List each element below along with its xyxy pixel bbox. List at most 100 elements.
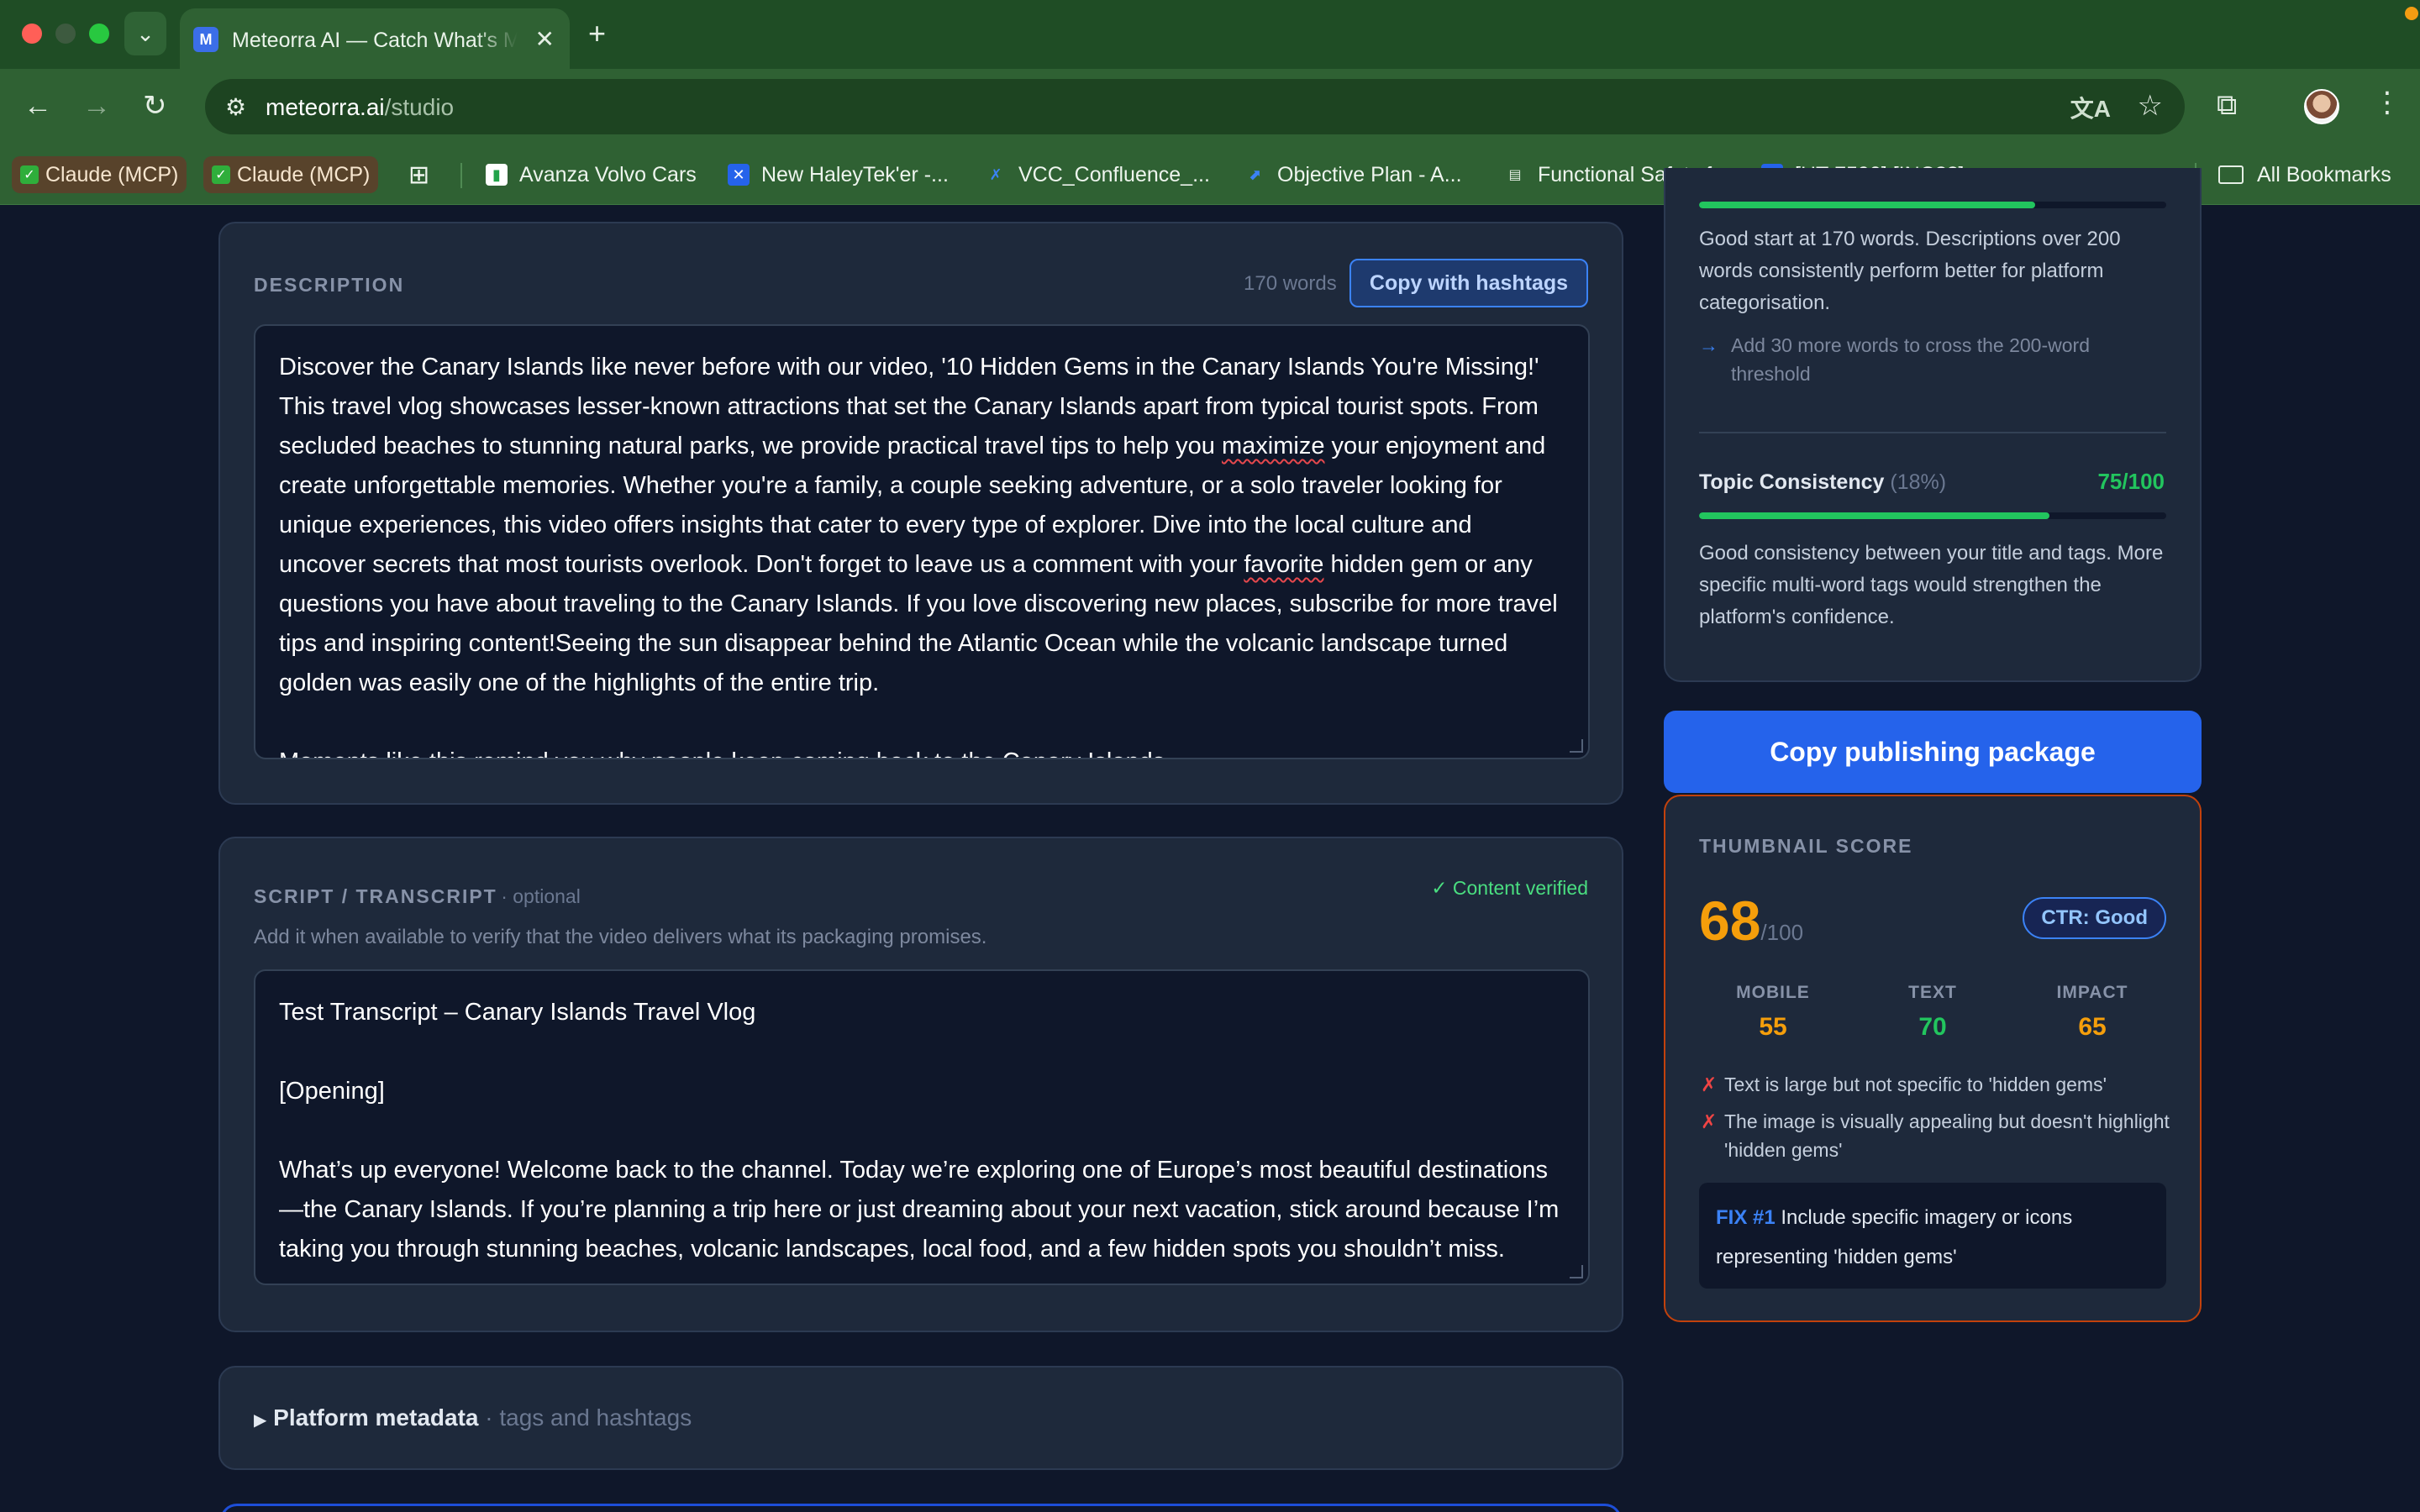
confluence-icon: ✗	[989, 165, 1002, 183]
description-card: DESCRIPTION 170 words Copy with hashtags…	[218, 222, 1623, 805]
fix-suggestion: FIX #1 Include specific imagery or icons…	[1699, 1183, 2166, 1289]
bookmark-item[interactable]: ✓ Claude (MCP)	[12, 156, 187, 193]
metric-impact-value: 65	[2078, 1013, 2107, 1041]
topic-progress-bar	[1699, 512, 2166, 519]
back-arrow-icon[interactable]: ←	[24, 87, 52, 124]
platform-metadata-summary[interactable]: ▶ Platform metadata · tags and hashtags	[254, 1404, 692, 1431]
all-bookmarks-button[interactable]: All Bookmarks	[2218, 156, 2391, 193]
bookmark-item[interactable]: ▮ Avanza Volvo Cars	[486, 156, 697, 193]
metric-mobile-value: 55	[1759, 1013, 1787, 1041]
arrow-right-icon: →	[1699, 334, 1718, 356]
cross-icon: ✗	[1701, 1110, 1718, 1132]
check-icon: ✓	[20, 165, 39, 184]
topic-weight: (18%)	[1890, 470, 1947, 494]
tab-title: Meteorra AI — Catch What's Missing	[232, 29, 518, 52]
bookmark-label: Avanza Volvo Cars	[519, 162, 697, 186]
translate-icon[interactable]: 文A	[2070, 91, 2111, 124]
chart-icon: ▮	[486, 164, 508, 186]
bookmark-label: New HaleyTek'er -...	[761, 162, 949, 186]
jira-icon: ⬈	[1248, 165, 1261, 183]
profile-avatar[interactable]	[2304, 89, 2339, 124]
topic-progress-fill	[1699, 512, 2049, 519]
score-max: /100	[1760, 920, 1804, 945]
bookmark-item[interactable]: ✗ VCC_Confluence_...	[985, 156, 1209, 193]
browser-tab-bar: ⌄ M Meteorra AI — Catch What's Missing ✕…	[0, 0, 2420, 69]
length-tip: → Add 30 more words to cross the 200-wor…	[1699, 331, 2166, 388]
topic-label: Topic Consistency	[1699, 470, 1885, 494]
check-icon: ✓	[212, 165, 230, 184]
length-tip-text: Add 30 more words to cross the 200-word …	[1731, 334, 2090, 385]
bookmark-label: Objective Plan - A...	[1277, 162, 1462, 186]
length-progress-fill	[1699, 202, 2036, 208]
browser-toolbar: ← → ↻ ⚙ meteorra.ai/studio 文A ☆ ⧉ ⋮	[0, 69, 2420, 144]
score-panel: Good start at 170 words. Descriptions ov…	[1664, 168, 2202, 682]
metric-text-label: TEXT	[1908, 983, 1957, 1002]
site-info-icon[interactable]: ⚙	[225, 93, 246, 121]
misspelled-word: maximize	[1221, 433, 1325, 459]
address-bar[interactable]: ⚙ meteorra.ai/studio 文A ☆	[205, 79, 2185, 134]
metric-text-value: 70	[1918, 1013, 1947, 1041]
active-tab[interactable]: M Meteorra AI — Catch What's Missing ✕	[180, 8, 570, 69]
score-number: 68	[1699, 890, 1761, 952]
script-line: What’s up everyone! Welcome back to the …	[279, 1157, 1560, 1263]
divider	[1699, 432, 2166, 433]
apps-grid-icon[interactable]: ⊞	[408, 156, 429, 193]
bookmark-label: Claude (MCP)	[237, 162, 371, 186]
description-label: DESCRIPTION	[254, 274, 405, 296]
platform-metadata-disclosure[interactable]: ▶ Platform metadata · tags and hashtags	[218, 1366, 1623, 1470]
bookmark-separator	[460, 163, 462, 188]
length-progress-bar	[1699, 202, 2166, 208]
optional-label: · optional	[501, 885, 581, 907]
misspelled-word: favorite	[1244, 551, 1324, 578]
thumbnail-score-card: THUMBNAIL SCORE 68/100 CTR: Good MOBILE …	[1664, 795, 2202, 1322]
thumbnail-issue: ✗ The image is visually appealing but do…	[1701, 1107, 2171, 1164]
confluence-icon: ✕	[728, 164, 750, 186]
metadata-subtitle: · tags and hashtags	[485, 1404, 692, 1431]
triangle-right-icon: ▶	[254, 1411, 267, 1430]
extensions-puzzle-icon[interactable]: ⧉	[2217, 89, 2237, 122]
topic-score: 75/100	[2097, 469, 2165, 494]
resize-handle-icon[interactable]	[1570, 739, 1583, 753]
reload-icon[interactable]: ↻	[143, 87, 167, 124]
description-textarea[interactable]: Discover the Canary Islands like never b…	[254, 324, 1590, 759]
bookmark-item[interactable]: ⬈ Objective Plan - A...	[1244, 156, 1462, 193]
thumbnail-score-value: 68/100	[1699, 889, 1803, 953]
length-feedback: Good start at 170 words. Descriptions ov…	[1699, 228, 2121, 314]
window-maximize-button[interactable]	[89, 24, 109, 44]
url-text[interactable]: meteorra.ai/studio	[266, 94, 454, 121]
tab-close-icon[interactable]: ✕	[535, 25, 555, 53]
window-close-button[interactable]	[22, 24, 42, 44]
browser-menu-icon[interactable]: ⋮	[2373, 86, 2402, 119]
script-helper-text: Add it when available to verify that the…	[254, 926, 987, 948]
fix-label: FIX #1	[1716, 1206, 1776, 1229]
script-textarea[interactable]: Test Transcript – Canary Islands Travel …	[254, 969, 1590, 1285]
metadata-title: Platform metadata	[273, 1404, 479, 1431]
ctr-badge: CTR: Good	[2023, 897, 2166, 939]
bookmark-star-icon[interactable]: ☆	[2138, 89, 2163, 123]
bookmark-label: Claude (MCP)	[45, 162, 179, 186]
metric-mobile-label: MOBILE	[1736, 983, 1810, 1002]
metric-impact-label: IMPACT	[2056, 983, 2128, 1002]
recording-indicator-icon	[2405, 7, 2418, 20]
description-text-line: Moments like this remind you why people …	[279, 743, 1565, 758]
script-line: [Opening]	[279, 1078, 385, 1105]
tab-search-button[interactable]: ⌄	[124, 12, 166, 55]
copy-with-hashtags-button[interactable]: Copy with hashtags	[1349, 259, 1588, 307]
new-tab-icon[interactable]: +	[588, 18, 606, 49]
doc-icon: ▤	[1508, 168, 1522, 182]
copy-publishing-package-button[interactable]: Copy publishing package	[1664, 711, 2202, 793]
topic-feedback: Good consistency between your title and …	[1699, 542, 2164, 628]
script-header: SCRIPT / TRANSCRIPT · optional	[254, 885, 581, 908]
bookmark-item[interactable]: ✕ New HaleyTek'er -...	[728, 156, 949, 193]
bookmark-item[interactable]: ✓ Claude (MCP)	[203, 156, 379, 193]
issue-text: The image is visually appealing but does…	[1724, 1110, 2170, 1161]
forward-arrow-icon[interactable]: →	[82, 87, 111, 124]
content-verified-badge: ✓ Content verified	[1431, 877, 1588, 899]
description-text: Discover the Canary Islands like never b…	[279, 348, 1565, 703]
all-bookmarks-label: All Bookmarks	[2257, 162, 2391, 186]
resize-handle-icon[interactable]	[1570, 1265, 1583, 1278]
thumbnail-issue: ✗ Text is large but not specific to 'hid…	[1701, 1070, 2171, 1099]
window-minimize-button[interactable]	[55, 24, 76, 44]
next-card-edge	[220, 1504, 1622, 1512]
script-card: SCRIPT / TRANSCRIPT · optional ✓ Content…	[218, 837, 1623, 1332]
